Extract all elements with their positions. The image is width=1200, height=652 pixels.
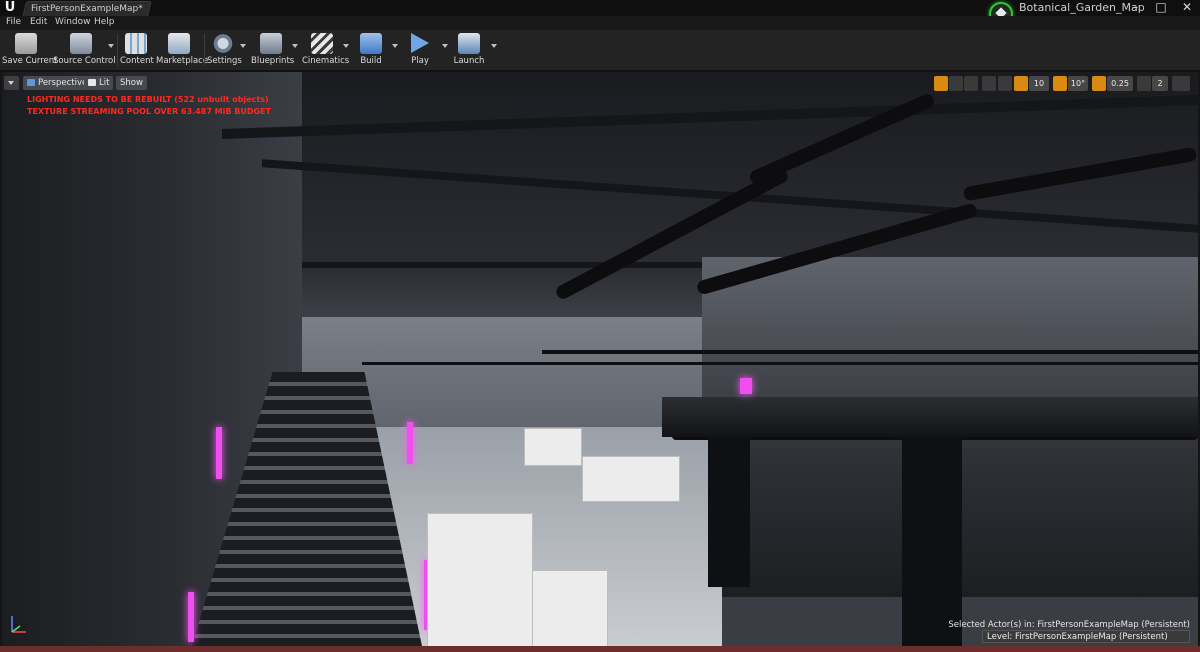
scene-beam: [302, 262, 702, 268]
scene-neon-light: [407, 422, 413, 464]
current-level-indicator: Level: FirstPersonExampleMap (Persistent…: [982, 630, 1190, 643]
content-label: Content: [120, 56, 154, 66]
blueprints-dropdown-icon[interactable]: [292, 44, 298, 48]
content-icon: [125, 33, 147, 54]
axis-gizmo-icon: [11, 616, 26, 633]
level-viewport[interactable]: Perspective Lit Show LIGHTING NEEDS TO B…: [2, 72, 1198, 646]
build-button[interactable]: Build: [356, 31, 386, 68]
cinematics-label: Cinematics: [302, 56, 350, 66]
lighting-warning: LIGHTING NEEDS TO BE REBUILT (522 unbuil…: [27, 95, 269, 104]
cinematics-icon: [311, 33, 333, 54]
project-badge: Botanical_Garden_Map: [983, 0, 1145, 26]
scene-neon-light: [188, 592, 194, 642]
marketplace-icon: [168, 33, 190, 54]
rotation-snap-value[interactable]: 10°: [1068, 76, 1088, 91]
perspective-button[interactable]: Perspective: [23, 76, 92, 90]
maximize-button[interactable]: □: [1150, 0, 1172, 16]
close-button[interactable]: ✕: [1176, 0, 1198, 16]
play-icon: [411, 33, 429, 53]
toolbar-divider: [117, 34, 118, 66]
build-dropdown-icon[interactable]: [392, 44, 398, 48]
scene-box: [427, 513, 533, 646]
settings-button[interactable]: Settings: [207, 31, 242, 68]
source-control-dropdown-icon[interactable]: [108, 44, 114, 48]
marketplace-label: Marketplace: [156, 56, 209, 66]
scene-column: [708, 437, 750, 587]
content-button[interactable]: Content: [120, 31, 154, 68]
build-icon: [360, 33, 382, 54]
viewport-toolbar-right: 10 10° 0.25 2: [934, 76, 1194, 92]
translate-mode-button[interactable]: [934, 76, 948, 91]
lit-label: Lit: [99, 78, 110, 88]
texture-streaming-warning: TEXTURE STREAMING POOL OVER 63.487 MiB B…: [27, 107, 271, 116]
source-control-icon: [70, 33, 92, 54]
save-current-label: Save Current: [2, 56, 58, 66]
show-button[interactable]: Show: [116, 76, 147, 90]
lit-button[interactable]: Lit: [84, 76, 114, 90]
surface-snap-icon[interactable]: [998, 76, 1012, 91]
scene-neon-light: [740, 378, 752, 394]
cinematics-button[interactable]: Cinematics: [302, 31, 350, 68]
blueprints-icon: [260, 33, 282, 54]
scene-neon-light: [216, 427, 222, 479]
perspective-label: Perspective: [38, 78, 88, 88]
settings-label: Settings: [207, 56, 242, 66]
perspective-icon: [27, 79, 35, 86]
minimize-button[interactable]: –: [1124, 0, 1146, 16]
save-icon: [15, 33, 37, 54]
os-taskbar: [0, 646, 1200, 652]
play-button[interactable]: Play: [404, 31, 436, 68]
play-label: Play: [411, 56, 429, 66]
lit-icon: [88, 79, 96, 86]
grid-snap-value[interactable]: 10: [1029, 76, 1049, 91]
play-dropdown-icon[interactable]: [442, 44, 448, 48]
rotate-mode-button[interactable]: [949, 76, 963, 91]
menu-window[interactable]: Window: [55, 16, 91, 29]
level-tab-label: FirstPersonExampleMap*: [31, 4, 143, 14]
viewport-options-button[interactable]: [4, 76, 19, 90]
marketplace-button[interactable]: Marketplace: [156, 31, 209, 68]
menu-help[interactable]: Help: [94, 16, 115, 29]
level-tab[interactable]: FirstPersonExampleMap*: [22, 1, 152, 17]
build-label: Build: [360, 56, 382, 66]
rotation-snap-toggle[interactable]: [1053, 76, 1067, 91]
cinematics-dropdown-icon[interactable]: [343, 44, 349, 48]
main-toolbar: Save Current Source Control Content Mark…: [0, 30, 1200, 72]
menu-bar: File Edit Window Help: [0, 16, 1200, 30]
source-control-button[interactable]: Source Control: [53, 31, 116, 68]
world-local-toggle-icon[interactable]: [982, 76, 996, 91]
settings-icon: [212, 33, 234, 54]
camera-speed-icon[interactable]: [1137, 76, 1151, 91]
scene-column: [902, 437, 962, 646]
save-current-button[interactable]: Save Current: [2, 31, 58, 68]
maximize-viewport-icon[interactable]: [1172, 76, 1190, 91]
scene-box: [532, 570, 608, 646]
grid-snap-toggle[interactable]: [1014, 76, 1028, 91]
menu-file[interactable]: File: [6, 16, 21, 29]
scene-box: [524, 428, 582, 466]
scene-railing: [542, 350, 1198, 354]
launch-icon: [458, 33, 480, 54]
scale-snap-value[interactable]: 0.25: [1107, 76, 1133, 91]
title-bar: U FirstPersonExampleMap* Botanical_Garde…: [0, 0, 1200, 26]
menu-edit[interactable]: Edit: [30, 16, 47, 29]
source-control-label: Source Control: [53, 56, 116, 66]
blueprints-label: Blueprints: [251, 56, 295, 66]
scale-mode-button[interactable]: [964, 76, 978, 91]
scene-balcony: [662, 397, 1198, 437]
toolbar-divider: [204, 34, 205, 66]
settings-dropdown-icon[interactable]: [240, 44, 246, 48]
camera-speed-value[interactable]: 2: [1152, 76, 1168, 91]
show-label: Show: [120, 78, 143, 88]
launch-dropdown-icon[interactable]: [491, 44, 497, 48]
scene-box: [582, 456, 680, 502]
scene-railing: [362, 362, 1198, 365]
blueprints-button[interactable]: Blueprints: [251, 31, 295, 68]
unreal-logo-icon: U: [4, 0, 16, 15]
launch-label: Launch: [453, 56, 485, 66]
selected-actors-status: Selected Actor(s) in: FirstPersonExample…: [948, 620, 1190, 630]
scale-snap-toggle[interactable]: [1092, 76, 1106, 91]
launch-button[interactable]: Launch: [452, 31, 486, 68]
